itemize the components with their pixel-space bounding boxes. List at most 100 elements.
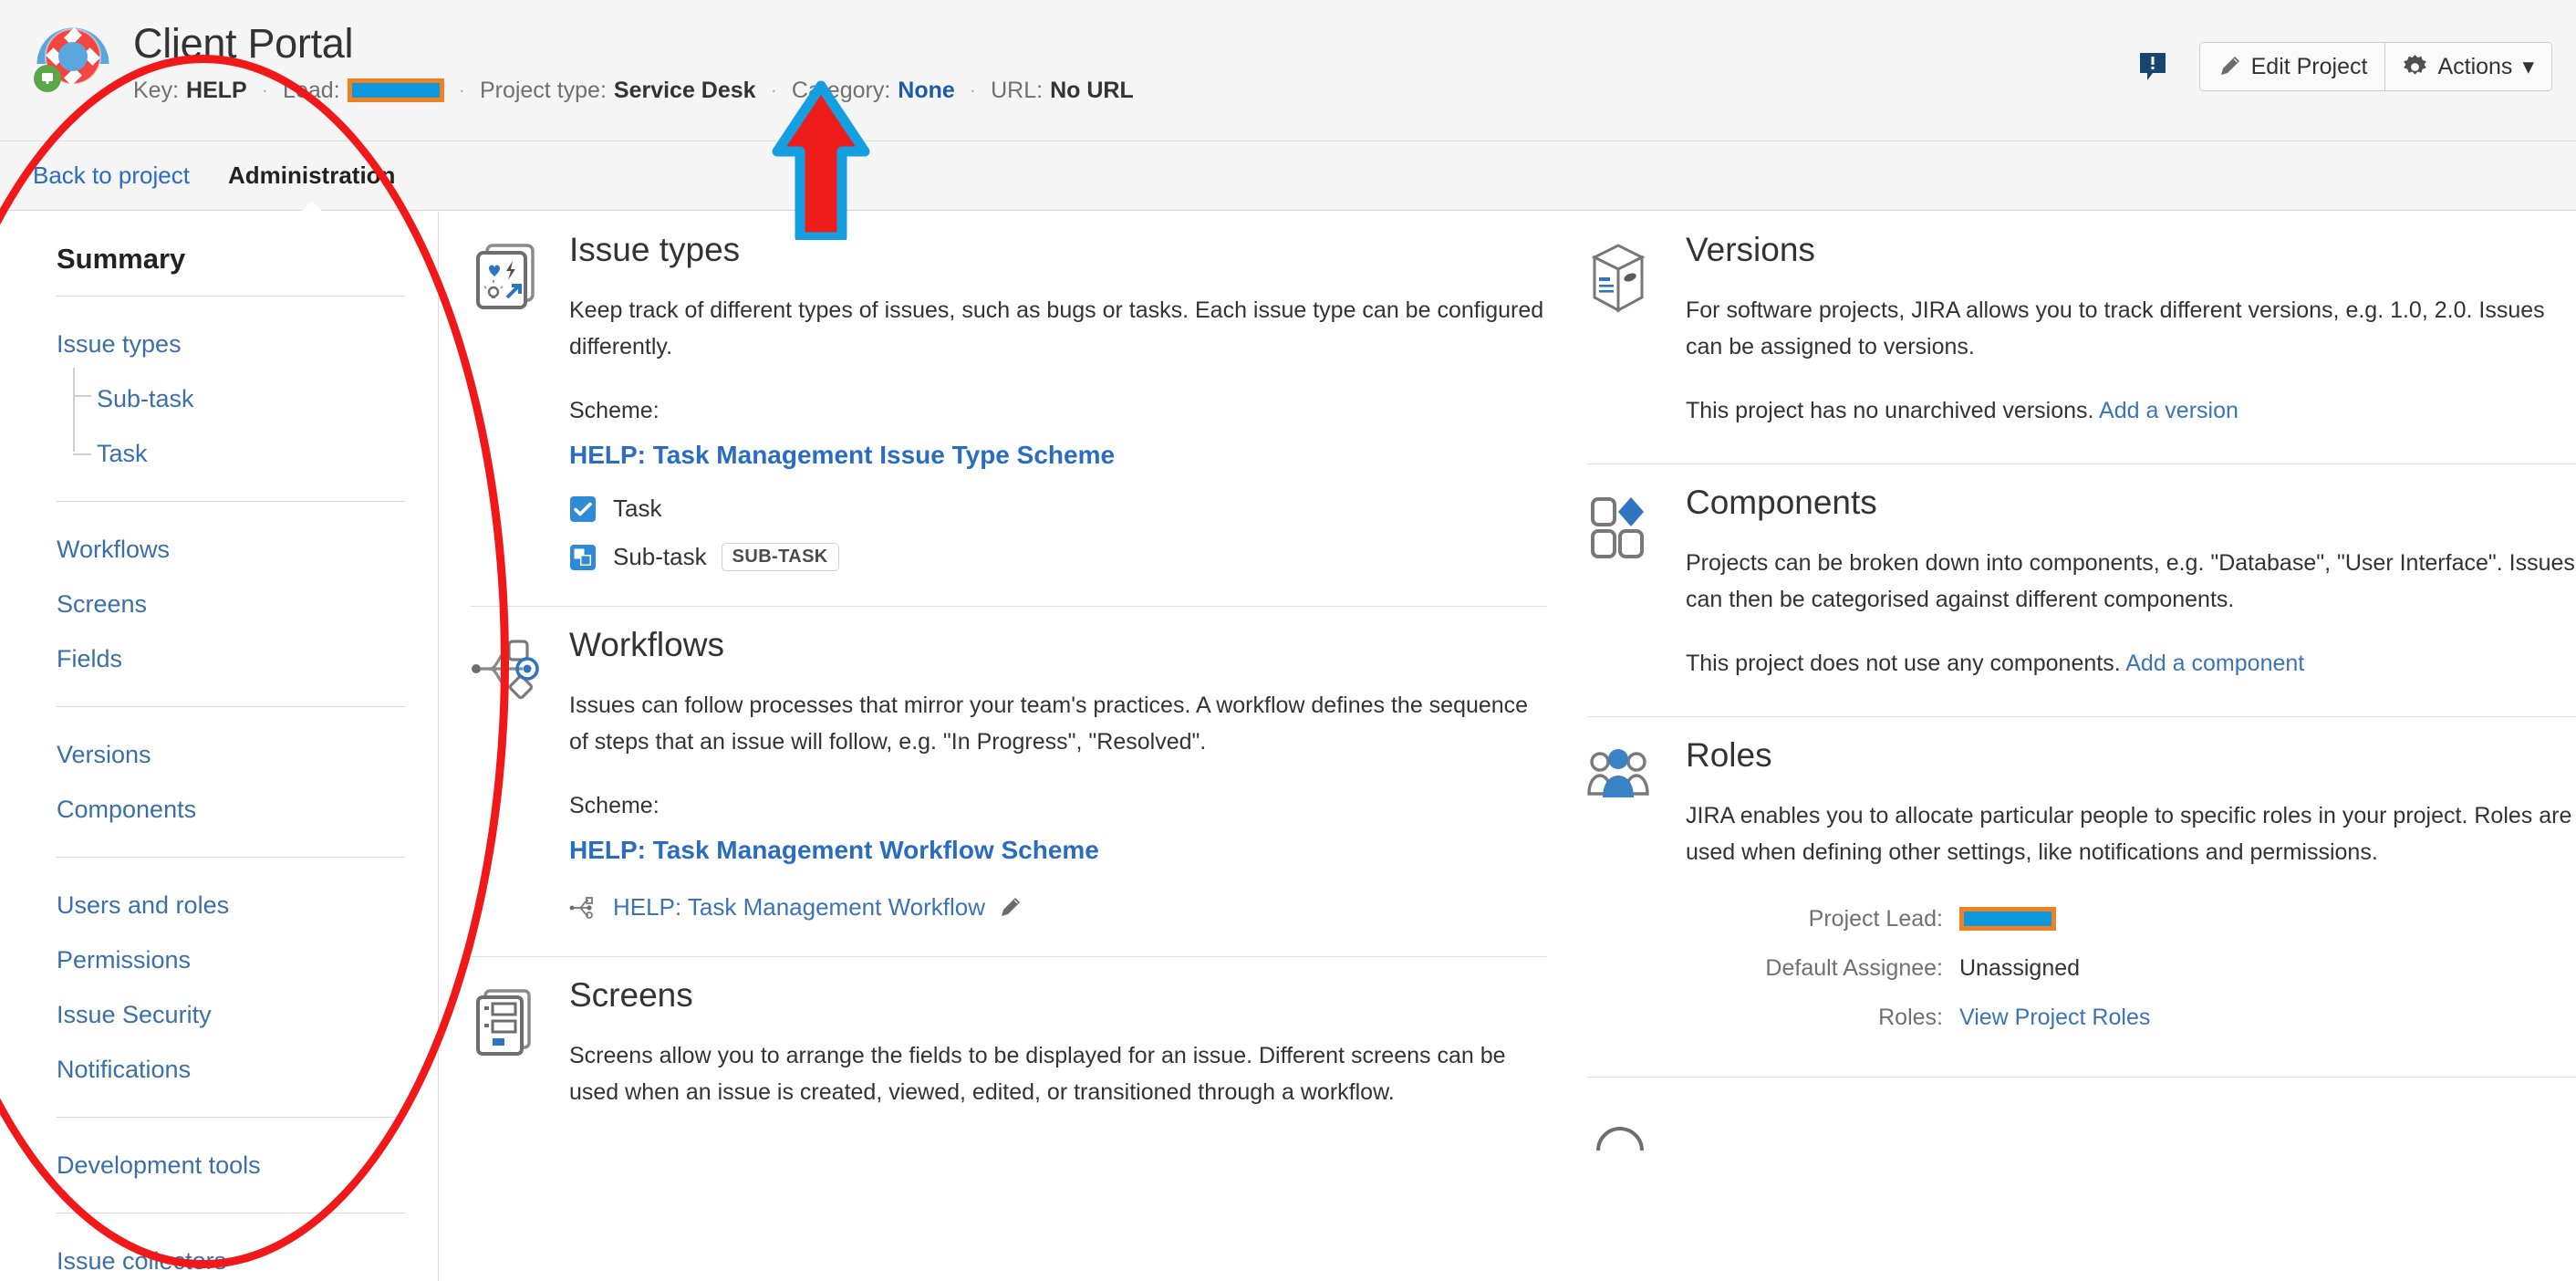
sidebar-group-access: Users and roles Permissions Issue Securi…	[57, 858, 405, 1117]
issue-types-cards-icon	[471, 241, 544, 314]
issue-type-row-sub-task: Sub-task SUB-TASK	[569, 543, 1547, 571]
content-column-right: Versions For software projects, JIRA all…	[1587, 212, 2576, 1175]
section-icon-wrap	[471, 228, 569, 571]
sidebar-item-development-tools[interactable]: Development tools	[57, 1138, 405, 1192]
gear-icon	[2403, 55, 2427, 79]
section-body: Issue types Keep track of different type…	[569, 228, 1547, 571]
section-icon-wrap	[471, 974, 569, 1110]
issue-type-chip: SUB-TASK	[722, 543, 839, 571]
key-value: HELP	[186, 77, 247, 104]
sidebar-item-components[interactable]: Components	[57, 782, 405, 837]
edit-project-button[interactable]: Edit Project	[2200, 43, 2385, 90]
meta-separator: ·	[459, 77, 465, 104]
jira-project-administration-page: Client Portal Key: HELP · Lead: · Projec…	[0, 0, 2576, 1281]
tab-back-to-project[interactable]: Back to project	[33, 161, 190, 190]
lead-label: Lead:	[283, 77, 340, 104]
section-description: For software projects, JIRA allows you t…	[1686, 292, 2576, 365]
section-title: Components	[1686, 481, 2576, 525]
task-checkbox-icon	[569, 495, 597, 523]
issue-type-scheme-link[interactable]: HELP: Task Management Issue Type Scheme	[569, 436, 1547, 474]
sidebar-item-permissions[interactable]: Permissions	[57, 932, 405, 987]
view-project-roles-link[interactable]: View Project Roles	[1959, 993, 2150, 1042]
category-value[interactable]: None	[898, 77, 955, 104]
project-header-text: Client Portal Key: HELP · Lead: · Projec…	[133, 16, 1134, 104]
section-title: Versions	[1686, 228, 2576, 272]
section-roles: Roles JIRA enables you to allocate parti…	[1587, 717, 2576, 1062]
add-a-component-link[interactable]: Add a component	[2125, 651, 2304, 676]
section-icon-wrap	[1587, 734, 1686, 1042]
section-partial-next	[1587, 1078, 2576, 1175]
section-icon-wrap	[1587, 481, 1686, 682]
section-body: Versions For software projects, JIRA all…	[1686, 228, 2576, 429]
life-ring-icon	[33, 16, 109, 93]
sidebar-item-screens[interactable]: Screens	[57, 577, 405, 631]
section-description: JIRA enables you to allocate particular …	[1686, 797, 2576, 870]
section-icon-wrap	[1587, 1101, 1686, 1155]
sidebar-item-issue-collectors[interactable]: Issue collectors	[57, 1234, 405, 1281]
lead-value-redacted	[348, 78, 444, 102]
actions-button[interactable]: Actions ▾	[2384, 43, 2551, 90]
issue-type-row-task: Task	[569, 495, 1547, 523]
sidebar-item-issue-security[interactable]: Issue Security	[57, 987, 405, 1042]
project-lead-label: Project Lead:	[1686, 894, 1959, 943]
pencil-icon	[2218, 55, 2241, 78]
components-shapes-icon	[1587, 494, 1660, 563]
page-body: Summary Issue types Sub-task Task Workfl…	[0, 212, 2576, 1281]
sidebar-group-structure: Versions Components	[57, 707, 405, 857]
section-body: Screens Screens allow you to arrange the…	[569, 974, 1547, 1110]
issue-type-name: Task	[613, 495, 661, 523]
sidebar-group-dev: Development tools	[57, 1118, 405, 1213]
section-description: Projects can be broken down into compone…	[1686, 545, 2576, 618]
workflow-link[interactable]: HELP: Task Management Workflow	[613, 893, 985, 922]
project-type-label: Project type:	[480, 77, 607, 104]
section-screens: Screens Screens allow you to arrange the…	[471, 957, 1547, 1130]
section-issue-types: Issue types Keep track of different type…	[471, 212, 1547, 591]
sidebar-item-workflows[interactable]: Workflows	[57, 522, 405, 577]
section-components: Components Projects can be broken down i…	[1587, 464, 2576, 702]
sidebar-item-sub-task[interactable]: Sub-task	[97, 371, 405, 426]
section-description: Keep track of different types of issues,…	[569, 292, 1547, 365]
sidebar-item-versions[interactable]: Versions	[57, 727, 405, 782]
sidebar-subtree: Sub-task Task	[57, 371, 405, 481]
workflow-small-icon	[569, 894, 597, 922]
actions-label: Actions	[2437, 54, 2512, 80]
header-button-group: Edit Project Actions ▾	[2199, 42, 2552, 91]
sidebar-item-fields[interactable]: Fields	[57, 631, 405, 686]
workflow-nodes-icon	[471, 636, 544, 705]
sidebar-item-users-and-roles[interactable]: Users and roles	[57, 878, 405, 932]
components-empty-state: This project does not use any components…	[1686, 645, 2576, 682]
add-a-version-link[interactable]: Add a version	[2099, 398, 2238, 423]
roles-people-icon	[1587, 746, 1660, 807]
sidebar-item-issue-types[interactable]: Issue types	[57, 317, 405, 371]
section-description: Screens allow you to arrange the fields …	[569, 1037, 1547, 1110]
edit-project-label: Edit Project	[2251, 54, 2368, 80]
sidebar-item-task[interactable]: Task	[97, 426, 405, 481]
issue-type-name: Sub-task	[613, 543, 707, 571]
section-title: Roles	[1686, 734, 2576, 777]
section-title: Issue types	[569, 228, 1547, 272]
project-meta: Key: HELP · Lead: · Project type: Servic…	[133, 77, 1134, 104]
sub-task-icon	[569, 544, 597, 571]
project-lead-value-redacted	[1959, 907, 2056, 931]
sidebar-group-config: Workflows Screens Fields	[57, 502, 405, 706]
sidebar-item-notifications[interactable]: Notifications	[57, 1042, 405, 1097]
workflow-scheme-link[interactable]: HELP: Task Management Workflow Scheme	[569, 831, 1547, 870]
key-label: Key:	[133, 77, 179, 104]
admin-sidebar: Summary Issue types Sub-task Task Workfl…	[0, 212, 439, 1281]
section-versions: Versions For software projects, JIRA all…	[1587, 212, 2576, 449]
scheme-label: Scheme:	[569, 392, 1547, 429]
page-title: Client Portal	[133, 20, 1134, 68]
meta-separator: ·	[970, 77, 976, 104]
content-column-left: Issue types Keep track of different type…	[471, 212, 1547, 1130]
roles-detail-list: Project Lead: Default Assignee: Unassign…	[1686, 894, 2576, 1042]
components-empty-text: This project does not use any components…	[1686, 651, 2121, 676]
pencil-icon[interactable]	[998, 896, 1022, 920]
partial-section-icon	[1587, 1114, 1660, 1151]
meta-separator: ·	[771, 77, 777, 104]
tab-administration[interactable]: Administration	[228, 161, 395, 190]
default-assignee-value: Unassigned	[1959, 943, 2080, 993]
versions-empty-text: This project has no unarchived versions.	[1686, 398, 2093, 423]
category-label: Category:	[792, 77, 890, 104]
roles-row-default-assignee: Default Assignee: Unassigned	[1686, 943, 2576, 993]
feedback-speech-bubble-icon[interactable]	[2139, 52, 2166, 81]
